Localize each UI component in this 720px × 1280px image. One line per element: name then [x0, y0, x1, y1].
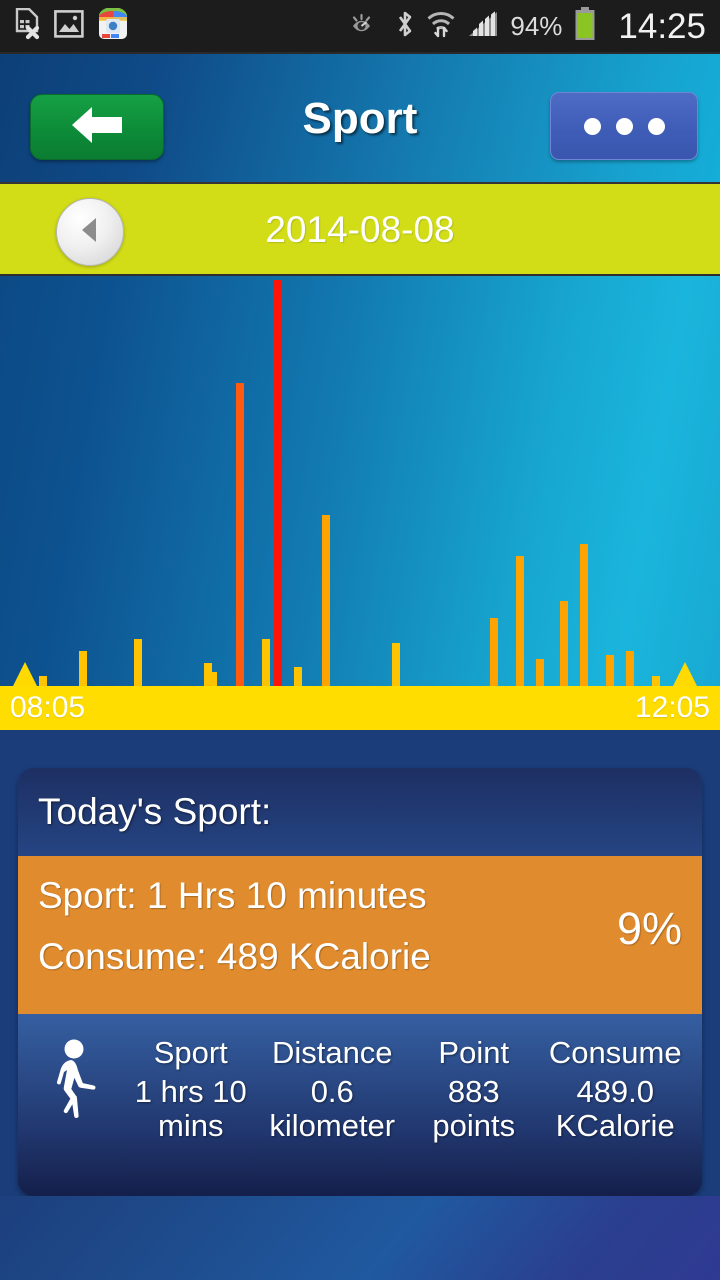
stat-header: Sport [153, 1035, 228, 1070]
chart-bar [134, 638, 143, 688]
stat-header: Distance [271, 1035, 393, 1070]
overflow-menu-button[interactable] [550, 92, 698, 160]
status-bar-right-icons: 94% 14:25 [350, 6, 706, 46]
sim-card-error-icon [14, 7, 40, 45]
chart-plot-area [0, 276, 720, 688]
stat-value: 0.6 kilometer [269, 1074, 396, 1144]
date-navigation-bar: 2014-08-08 [0, 182, 720, 274]
chart-bar [579, 543, 588, 688]
app-store-icon [98, 6, 128, 45]
signal-bars-icon [467, 10, 499, 43]
today-sport-card: Today's Sport: Sport: 1 Hrs 10 minutes C… [18, 768, 702, 1196]
smart-stay-eye-icon [350, 11, 384, 42]
card-title: Today's Sport: [38, 791, 272, 832]
chart-bar [273, 280, 282, 688]
chart-bar [605, 655, 614, 688]
stat-header: Point [438, 1035, 510, 1070]
overflow-menu-icon [615, 117, 633, 135]
chart-bar [489, 617, 498, 688]
sport-duration-line: Sport: 1 Hrs 10 minutes [38, 875, 427, 916]
sport-consume-line: Consume: 489 KCalorie [38, 936, 431, 977]
session-marker-icon [12, 662, 39, 688]
stat-value: 1 hrs 10 mins [134, 1074, 247, 1144]
bluetooth-icon [395, 9, 415, 44]
chart-bar [322, 514, 331, 688]
stat-value: 883 points [432, 1074, 516, 1144]
chart-bar [392, 642, 400, 688]
wifi-transfer-icon [426, 9, 456, 44]
photo-gallery-icon [54, 9, 84, 43]
chart-bar [559, 601, 568, 688]
stat-value: 489.0 KCalorie [555, 1074, 675, 1144]
status-bar-clock: 14:25 [618, 6, 706, 46]
stat-column-sport: Sport 1 hrs 10 mins [120, 1034, 262, 1143]
stat-column-distance: Distance 0.6 kilometer [262, 1034, 404, 1143]
goal-percent-badge: 9% [616, 903, 682, 954]
sport-summary-panel: Sport: 1 Hrs 10 minutes Consume: 489 KCa… [18, 856, 702, 1014]
overflow-menu-icon [583, 117, 601, 135]
stat-column-point: Point 883 points [403, 1034, 545, 1143]
walking-person-icon [34, 1034, 120, 1130]
stat-column-consume: Consume 489.0 KCalorie [545, 1034, 687, 1143]
page-background-bottom [0, 1196, 720, 1280]
current-date-label: 2014-08-08 [265, 209, 455, 250]
axis-start-time: 08:05 [10, 691, 86, 724]
chart-bar [261, 638, 270, 688]
status-bar-left-icons [14, 6, 128, 45]
session-marker-icon [671, 662, 698, 688]
status-bar: 94% 14:25 [0, 0, 720, 52]
battery-percent-label: 94% [510, 11, 563, 41]
chart-bar [294, 667, 303, 688]
axis-end-time: 12:05 [634, 691, 710, 724]
chart-bar [78, 650, 87, 688]
battery-icon [573, 6, 597, 46]
chart-time-axis: 08:05 12:05 [0, 686, 720, 730]
chart-bar [235, 383, 244, 688]
stat-header: Consume [548, 1035, 682, 1070]
stats-table: Sport 1 hrs 10 mins Distance 0.6 kilomet… [18, 1014, 702, 1196]
chart-bar [626, 650, 634, 688]
activity-chart[interactable]: 08:05 12:05 [0, 274, 720, 730]
app-header: Sport [0, 52, 720, 182]
chart-bar [536, 659, 544, 688]
chart-bar [515, 556, 524, 688]
overflow-menu-icon [647, 117, 665, 135]
